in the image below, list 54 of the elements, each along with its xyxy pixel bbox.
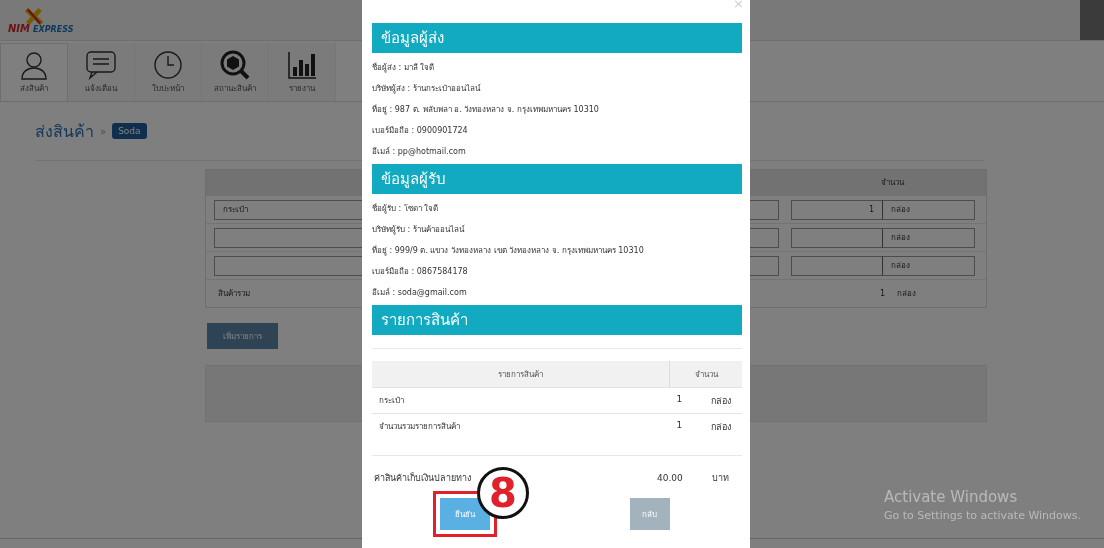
info-text: บริษัทผู้รับ : ร้านค้าออนไลน์ <box>372 224 466 237</box>
nav-tab[interactable]: รายงาน <box>269 43 336 101</box>
info-text: เบอร์มือถือ : 0900901724 <box>372 125 469 137</box>
activation-hint: Go to Settings to activate Windows. <box>884 509 1082 522</box>
table-cell: จำนวนรวมรายการสินค้า <box>372 413 670 439</box>
quantity-field[interactable]: 1 <box>791 199 883 220</box>
unit-field[interactable]: กล่อง <box>883 199 975 220</box>
info-text: ชื่อผู้ส่ง : มาลี ใจดี <box>372 61 436 75</box>
activation-notice: Activate Windows <box>884 488 1019 506</box>
nav-tab[interactable]: ส่งสินค้า <box>0 43 68 101</box>
table-cell: กระเป๋า <box>372 387 670 414</box>
total-quantity: 1 <box>878 289 885 298</box>
dropdown-toggle[interactable] <box>1080 0 1104 40</box>
column-header: รายการสินค้า <box>372 361 670 388</box>
table-cell-text: กล่อง <box>711 420 731 434</box>
table-cell-text: 1 <box>676 393 683 406</box>
info-text: อีเมล์ : pp@hotmail.com <box>372 146 467 158</box>
quantity-field[interactable] <box>791 227 883 248</box>
step-number-callout: 8 <box>477 467 529 519</box>
info-text: อีเมล์ : soda@gmail.com <box>372 287 468 299</box>
tab-icon <box>153 49 183 80</box>
add-item-button[interactable]: เพิ่มรายการ <box>207 323 278 349</box>
quantity-field[interactable] <box>791 255 883 276</box>
info-text: บริษัทผู้ส่ง : ร้านกระเป๋าออนไลน์ <box>372 83 482 96</box>
section-header: ข้อมูลผู้ส่ง <box>372 23 742 53</box>
section-header: รายการสินค้า <box>372 305 742 335</box>
confirm-button[interactable]: ยืนยัน <box>439 498 490 530</box>
tab-icon <box>287 49 317 80</box>
table-cell-text: 1 <box>676 419 683 432</box>
customer-tag[interactable]: Soda <box>112 123 147 139</box>
info-text: ที่อยู่ : 987 ต. พลับพลา อ. วังทองหลาง จ. กรุงเทพมหานคร 10310 <box>372 103 600 117</box>
breadcrumb-separator: » <box>100 125 107 137</box>
nav-tab[interactable]: ใบปะหน้า <box>135 43 202 101</box>
info-text: เบอร์มือถือ : 0867584178 <box>372 266 469 278</box>
cod-amount: 40.00 <box>657 472 684 483</box>
page-title: ส่งสินค้า <box>35 120 94 143</box>
tab-icon <box>19 50 49 80</box>
back-button[interactable]: กลับ <box>629 498 670 530</box>
info-text: ชื่อผู้รับ : โซดา ใจดี <box>372 202 440 216</box>
currency-label: บาท <box>712 471 730 485</box>
column-header: จำนวน <box>669 361 742 388</box>
cod-label: ค่าสินค้าเก็บเงินปลายทาง <box>373 471 472 485</box>
total-unit: กล่อง <box>896 288 917 300</box>
tab-icon <box>85 49 117 80</box>
nav-tab[interactable]: แจ้งเตือน <box>68 43 135 101</box>
table-cell-text: กล่อง <box>711 394 731 408</box>
unit-field[interactable]: กล่อง <box>883 255 975 276</box>
tab-icon <box>220 49 250 80</box>
total-label: สินค้ารวม <box>217 288 250 300</box>
column-header: จำนวน <box>879 177 905 189</box>
section-header: ข้อมูลผู้รับ <box>372 164 742 194</box>
unit-field[interactable]: กล่อง <box>883 227 975 248</box>
nav-tab[interactable]: สถานะสินค้า <box>202 43 269 101</box>
info-text: ที่อยู่ : 999/9 ต. แขวง วังทองหลาง เขต วังทองหลาง จ. กรุงเทพมหานคร 10310 <box>372 244 645 258</box>
